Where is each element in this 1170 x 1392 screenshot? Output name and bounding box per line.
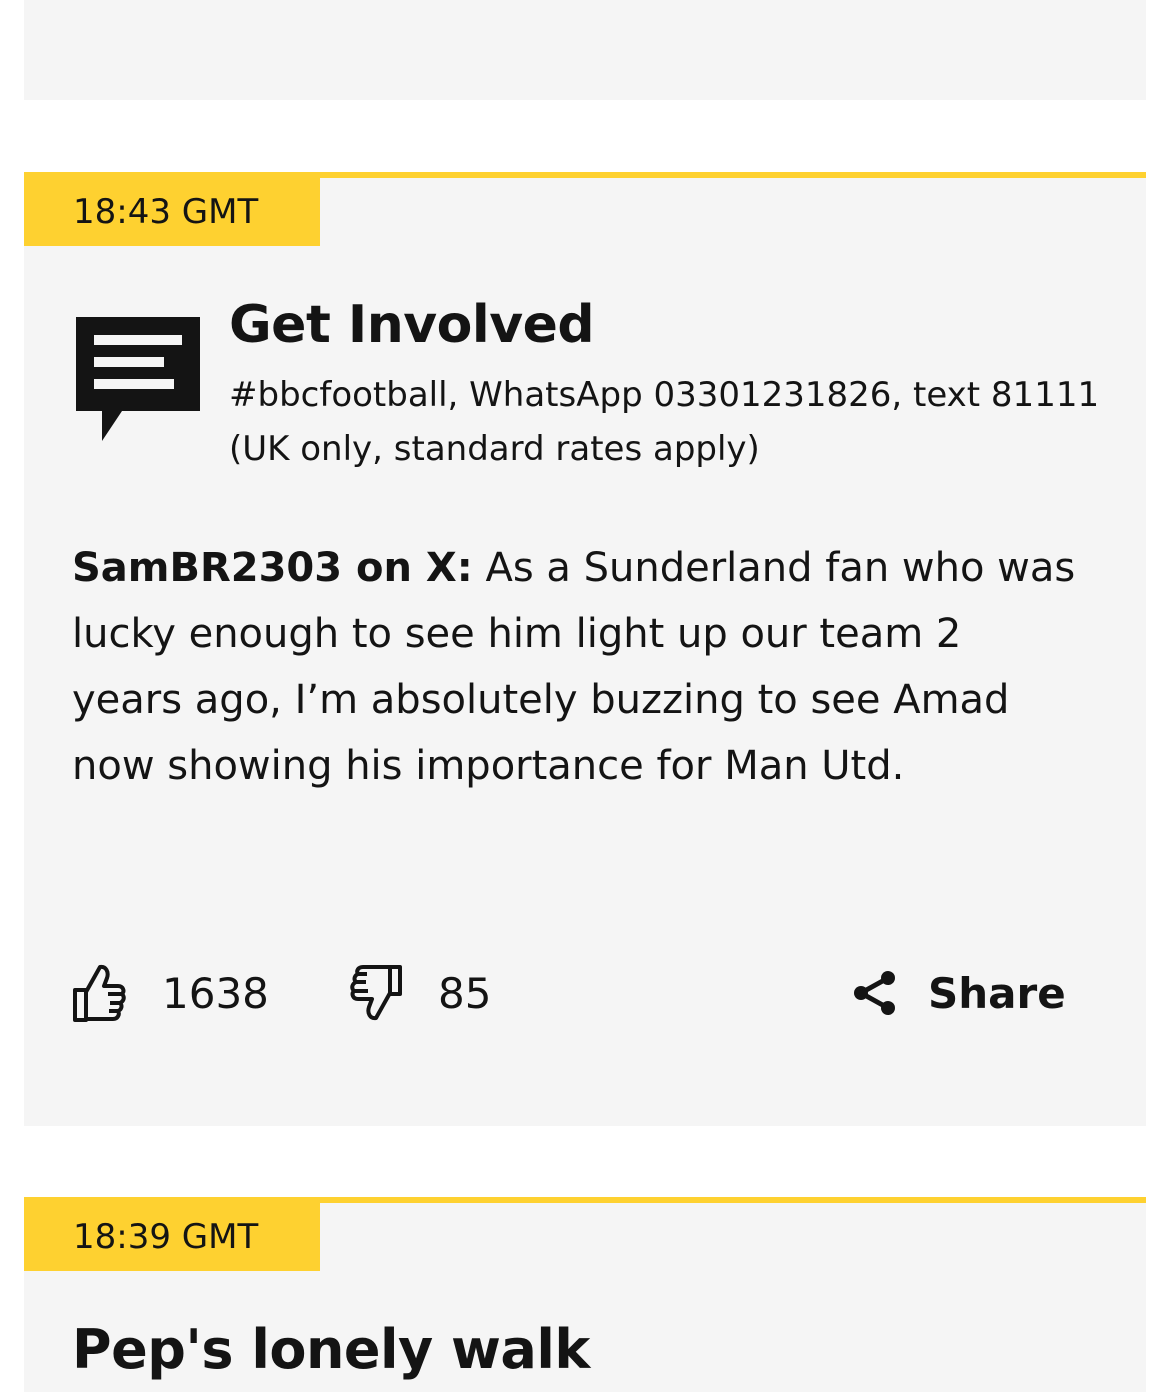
live-post: 18:39 GMT Pep's lonely walk [24, 1197, 1146, 1392]
get-involved-subtitle: #bbcfootball, WhatsApp 03301231826, text… [229, 375, 1100, 469]
post-timestamp: 18:43 GMT [24, 178, 320, 246]
get-involved-title: Get Involved [229, 295, 595, 355]
dislike-count: 85 [438, 968, 492, 1018]
dislike-button[interactable]: 85 [350, 958, 491, 1028]
post-timestamp: 18:39 GMT [24, 1203, 320, 1271]
thumbs-down-icon [350, 964, 402, 1022]
speech-bubble-icon [76, 317, 200, 443]
previous-post-card [24, 0, 1146, 100]
post-author: SamBR2303 on X: [72, 545, 473, 591]
post-actions: 1638 85 Share [24, 958, 1146, 1028]
share-button[interactable]: Share [852, 958, 1066, 1028]
post-title: Pep's lonely walk [72, 1318, 590, 1381]
live-post: 18:43 GMT Get Involved #bbcfootball, Wha… [24, 172, 1146, 1126]
post-body: SamBR2303 on X: As a Sunderland fan who … [72, 535, 1082, 799]
thumbs-up-icon [72, 963, 126, 1023]
share-label: Share [928, 968, 1066, 1018]
like-count: 1638 [162, 968, 269, 1018]
like-button[interactable]: 1638 [72, 958, 269, 1028]
share-icon [852, 969, 898, 1017]
